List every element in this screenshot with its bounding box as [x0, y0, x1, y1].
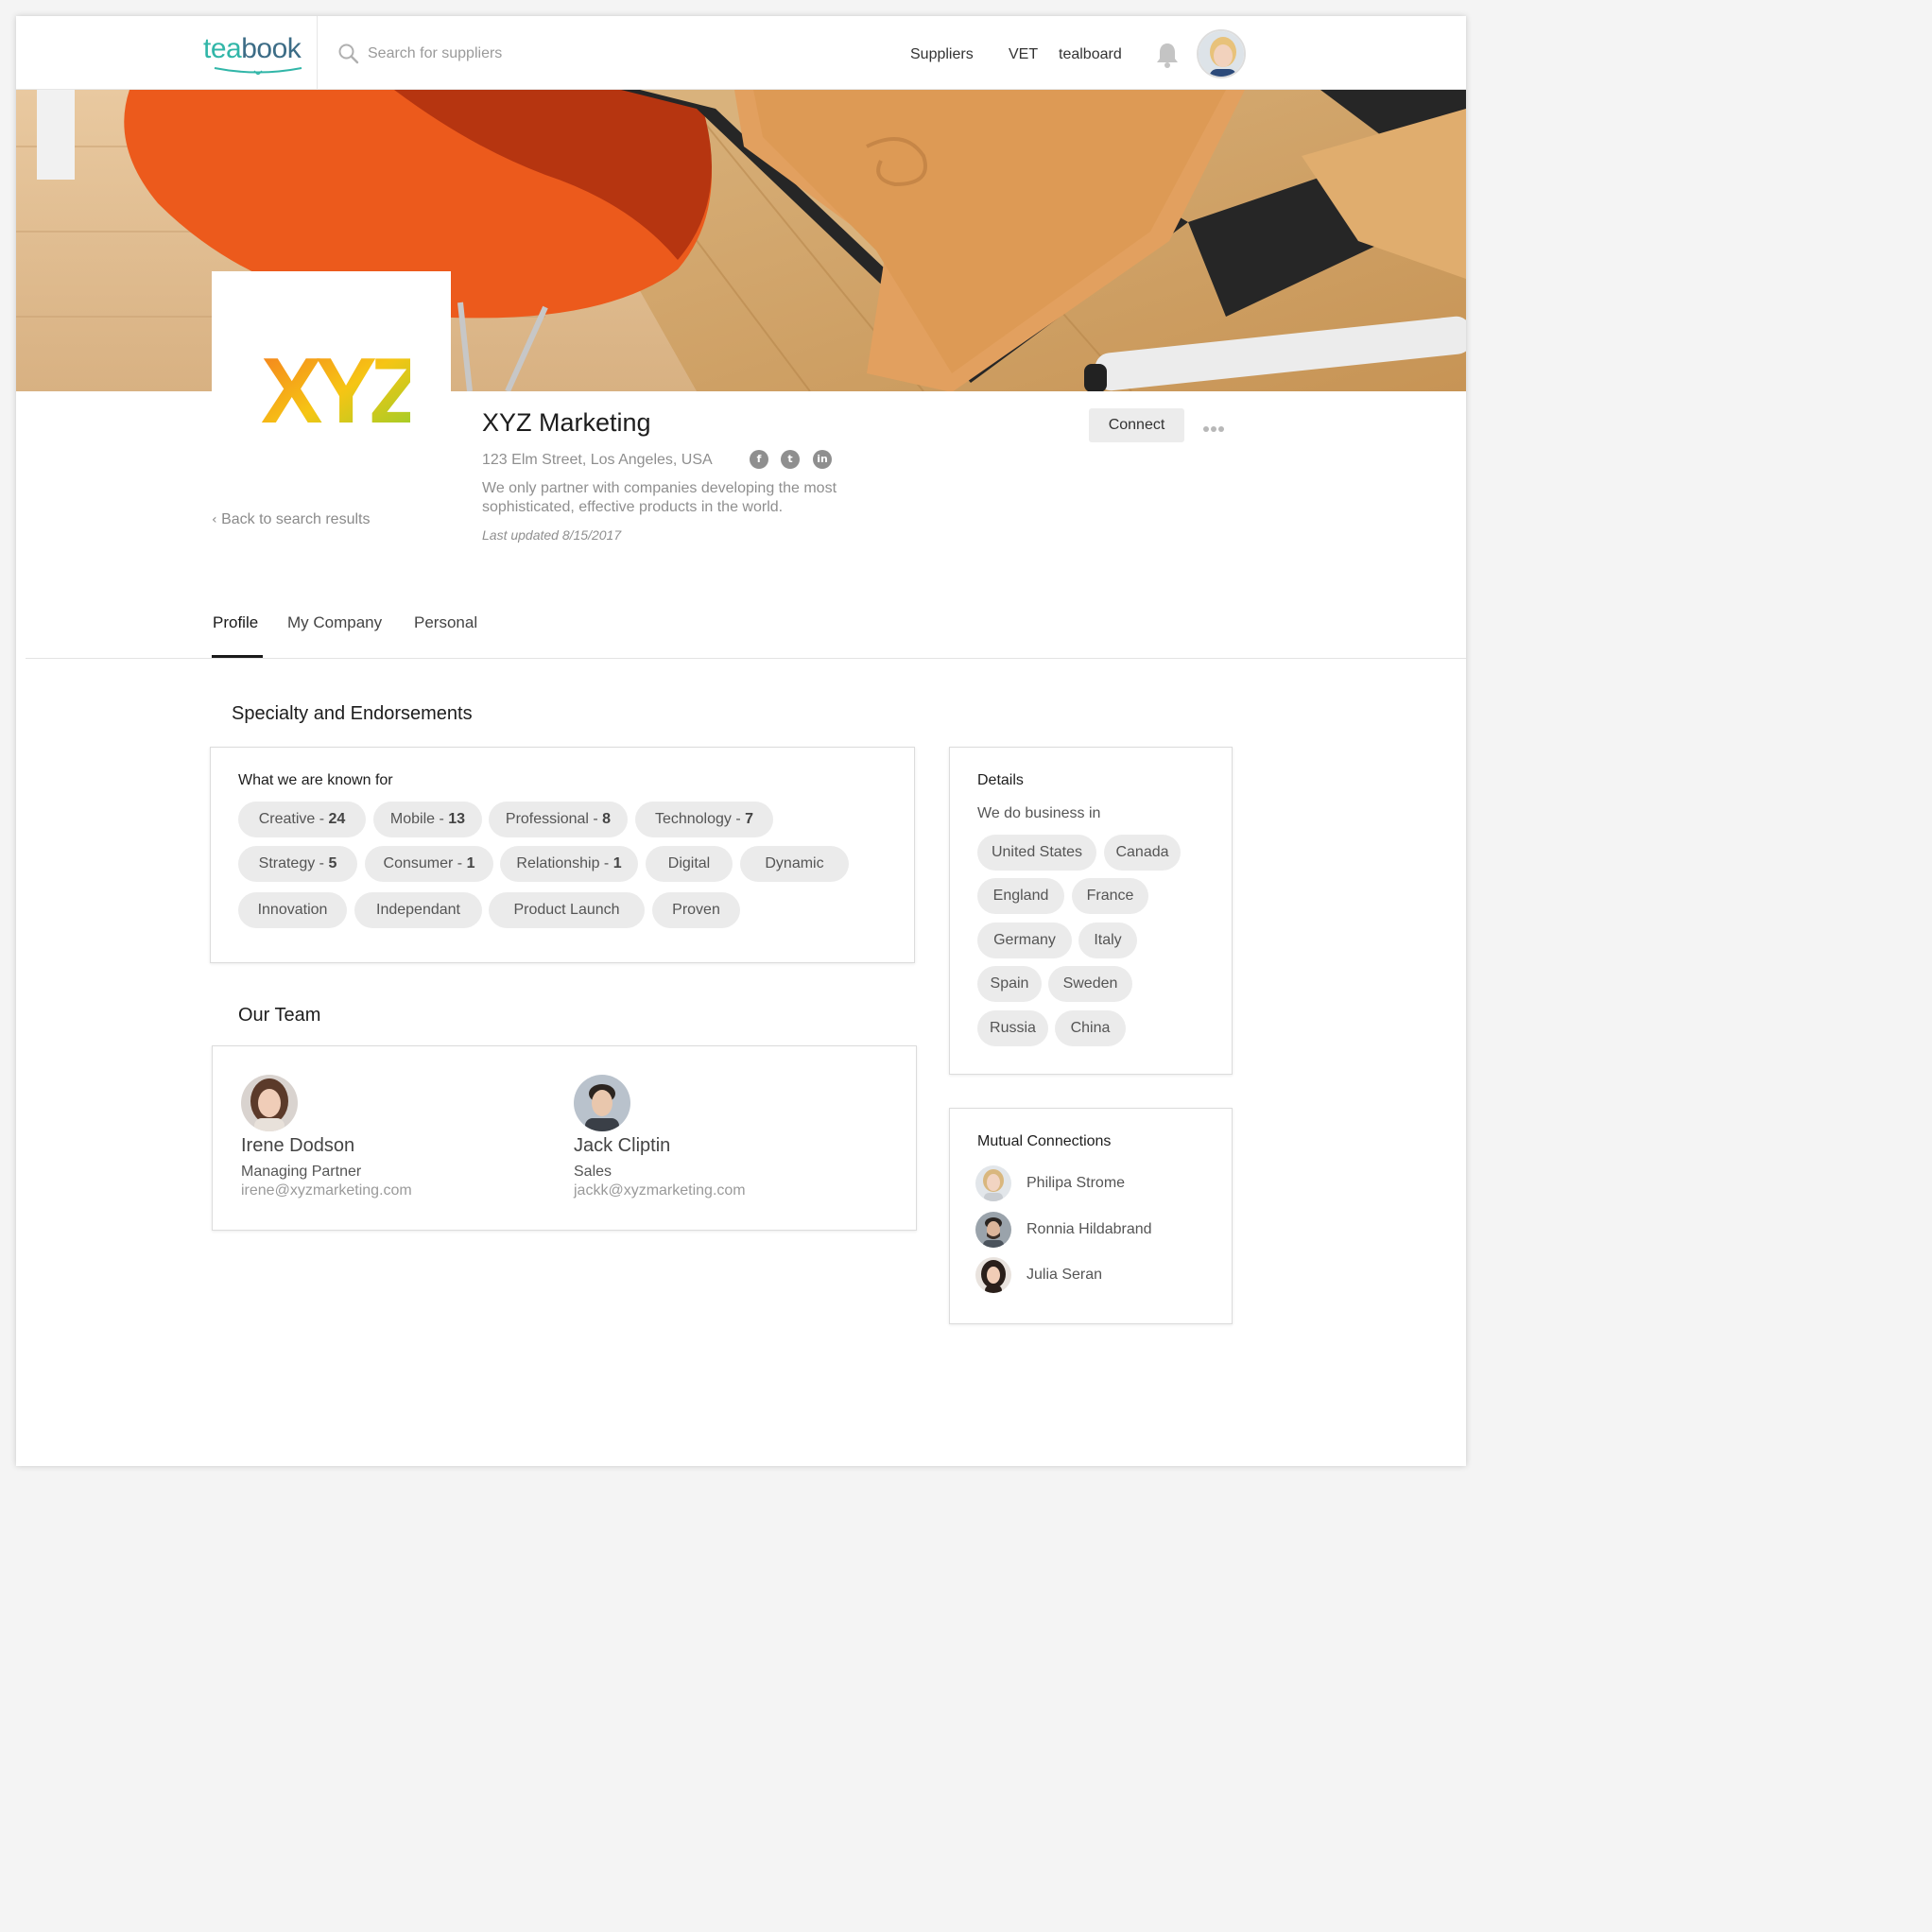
company-logo-card: XYZ [212, 271, 451, 474]
more-options-icon[interactable] [1203, 420, 1230, 432]
top-navbar: teabook Suppliers VET tealboard [16, 16, 1466, 90]
back-to-results-link[interactable]: ‹ Back to search results [212, 511, 370, 528]
connection-name[interactable]: Ronnia Hildabrand [1026, 1221, 1152, 1238]
company-name: XYZ Marketing [482, 408, 651, 437]
mutual-connections-card: Mutual Connections Philipa Strome Ronnia… [949, 1108, 1233, 1324]
connect-button[interactable]: Connect [1089, 408, 1184, 442]
country-tag[interactable]: Sweden [1048, 966, 1132, 1002]
linkedin-icon[interactable]: in [813, 450, 832, 469]
nav-link-suppliers[interactable]: Suppliers [910, 46, 974, 63]
country-tag[interactable]: England [977, 878, 1064, 914]
tag-strategy[interactable]: Strategy - 5 [238, 846, 357, 882]
page-frame: teabook Suppliers VET tealboard [16, 16, 1466, 1466]
tab-personal[interactable]: Personal [414, 613, 477, 651]
tab-my-company[interactable]: My Company [287, 613, 382, 651]
tag-creative[interactable]: Creative - 24 [238, 802, 366, 837]
nav-link-tealboard[interactable]: tealboard [1059, 46, 1122, 63]
country-tag[interactable]: Canada [1104, 835, 1181, 871]
avatar [574, 1075, 630, 1131]
avatar [241, 1075, 298, 1131]
tag-dynamic[interactable]: Dynamic [740, 846, 849, 882]
tab-profile[interactable]: Profile [213, 613, 258, 651]
country-tag[interactable]: Italy [1078, 923, 1137, 958]
search-input[interactable] [368, 41, 651, 67]
tag-technology[interactable]: Technology - 7 [635, 802, 773, 837]
member-email[interactable]: jackk@xyzmarketing.com [574, 1182, 746, 1199]
tag-proven[interactable]: Proven [652, 892, 740, 928]
active-tab-indicator [212, 655, 263, 658]
member-role: Managing Partner [241, 1164, 362, 1180]
country-tag[interactable]: Spain [977, 966, 1042, 1002]
chevron-left-icon: ‹ [212, 512, 217, 527]
country-tag[interactable]: China [1055, 1010, 1126, 1046]
details-subtitle: We do business in [977, 805, 1101, 821]
member-name: Jack Cliptin [574, 1135, 671, 1156]
user-avatar[interactable] [1197, 29, 1246, 78]
back-link-label: Back to search results [221, 511, 371, 527]
tag-mobile[interactable]: Mobile - 13 [373, 802, 482, 837]
country-tag[interactable]: France [1072, 878, 1148, 914]
facebook-icon[interactable]: f [750, 450, 768, 469]
tag-innovation[interactable]: Innovation [238, 892, 347, 928]
nav-link-vet[interactable]: VET [1009, 46, 1038, 63]
company-description: We only partner with companies developin… [482, 480, 837, 515]
country-tag[interactable]: Russia [977, 1010, 1048, 1046]
details-card: Details We do business in United States … [949, 747, 1233, 1075]
avatar[interactable] [975, 1212, 1011, 1248]
logo-text-tea: tea [203, 33, 242, 64]
tag-relationship[interactable]: Relationship - 1 [500, 846, 638, 882]
tag-professional[interactable]: Professional - 8 [489, 802, 628, 837]
known-for-title: What we are known for [238, 772, 393, 788]
team-section-title: Our Team [238, 1005, 321, 1026]
tag-digital[interactable]: Digital [646, 846, 733, 882]
specialty-section-title: Specialty and Endorsements [232, 703, 473, 724]
member-email[interactable]: irene@xyzmarketing.com [241, 1182, 412, 1199]
profile-tabs: Profile My Company Personal [26, 604, 1466, 659]
member-name: Irene Dodson [241, 1135, 355, 1156]
country-tag[interactable]: United States [977, 835, 1096, 871]
tealbook-logo[interactable]: teabook [203, 33, 302, 65]
tag-independant[interactable]: Independant [354, 892, 482, 928]
company-logo: XYZ [261, 347, 410, 432]
avatar[interactable] [975, 1165, 1011, 1201]
mutual-connections-title: Mutual Connections [977, 1133, 1112, 1149]
avatar[interactable] [975, 1257, 1011, 1293]
svg-text:XYZ: XYZ [261, 347, 410, 432]
logo-swoosh-icon [214, 67, 302, 75]
details-title: Details [977, 772, 1024, 788]
connection-name[interactable]: Julia Seran [1026, 1267, 1102, 1284]
known-for-card: What we are known for Creative - 24 Mobi… [210, 747, 915, 963]
tag-product-launch[interactable]: Product Launch [489, 892, 645, 928]
last-updated: Last updated 8/15/2017 [482, 527, 622, 543]
twitter-icon[interactable]: t [781, 450, 800, 469]
bell-icon[interactable] [1155, 42, 1180, 68]
country-tag[interactable]: Germany [977, 923, 1072, 958]
nav-divider [317, 16, 318, 90]
team-card: Irene Dodson Managing Partner irene@xyzm… [212, 1045, 917, 1231]
search-icon[interactable] [337, 43, 360, 65]
logo-text-book: book [241, 33, 302, 64]
member-role: Sales [574, 1164, 612, 1180]
tag-consumer[interactable]: Consumer - 1 [365, 846, 493, 882]
company-address: 123 Elm Street, Los Angeles, USA [482, 452, 713, 468]
connection-name[interactable]: Philipa Strome [1026, 1175, 1125, 1192]
